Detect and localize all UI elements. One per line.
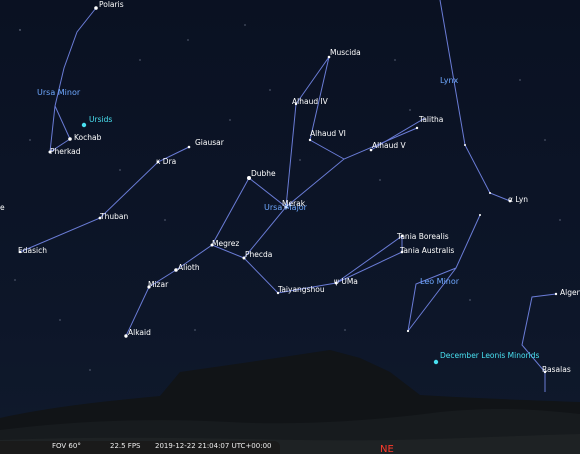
star-label: Mizar xyxy=(148,280,169,289)
star-label: Alioth xyxy=(178,263,200,272)
star-label: Taiyangshou xyxy=(277,285,325,294)
star-label: Megrez xyxy=(212,239,239,248)
star-label: Muscida xyxy=(330,48,361,57)
shower-label: December Leonis Minorids xyxy=(440,351,539,360)
star-label: Tania Australis xyxy=(399,246,454,255)
star-label: Thuban xyxy=(99,212,128,221)
star-kochab xyxy=(68,137,72,141)
star-label: Algenubi xyxy=(560,288,580,297)
star-algenubi xyxy=(554,292,558,296)
fov-readout: FOV 60° xyxy=(52,442,81,450)
datetime-readout: 2019-12-22 21:04:07 UTC+00:00 xyxy=(155,442,272,450)
star-label: Merak xyxy=(282,199,306,208)
star-label: α Lyn xyxy=(508,195,528,204)
fps-readout: 22.5 FPS xyxy=(110,442,141,450)
constellation-label: Ursa Minor xyxy=(37,88,81,97)
ursids-radiant-icon xyxy=(81,122,87,128)
sky-view[interactable]: Ursa Minor Ursa Major Lynx Leo Minor Pol… xyxy=(0,0,580,454)
star-polaris xyxy=(94,6,98,10)
star-label: Polaris xyxy=(99,0,124,9)
constellation-label: Lynx xyxy=(440,76,459,85)
star-label: Alhaud VI xyxy=(310,129,346,138)
star-lmi-2 xyxy=(479,214,481,216)
star-label: Talitha xyxy=(418,115,443,124)
star-talitha xyxy=(415,126,419,130)
star-giausar xyxy=(187,145,191,149)
star-lynx-1 xyxy=(464,144,466,146)
star-label: ψ UMa xyxy=(334,277,358,286)
star-alhaud-vi xyxy=(308,138,312,142)
star-label: Alkaid xyxy=(128,328,151,337)
star-lynx-2 xyxy=(489,192,491,194)
star-label: e xyxy=(0,203,5,212)
star-label: Giausar xyxy=(195,138,225,147)
december-leonis-minorids-radiant-icon xyxy=(433,359,439,365)
constellation-label: Leo Minor xyxy=(420,277,460,286)
star-label: Kochab xyxy=(74,133,102,142)
star-label: Dubhe xyxy=(251,169,276,178)
star-label: Alhaud IV xyxy=(292,97,329,106)
status-bar: FOV 60° 22.5 FPS 2019-12-22 21:04:07 UTC… xyxy=(0,441,580,454)
star-label: κ Dra xyxy=(156,157,176,166)
star-label: Tania Borealis xyxy=(396,232,449,241)
star-label: Pherkad xyxy=(50,147,81,156)
star-label: Alhaud V xyxy=(372,141,406,150)
star-label: Edasich xyxy=(18,246,47,255)
star-lmi-1 xyxy=(406,329,410,333)
star-label: Rasalas xyxy=(542,365,571,374)
star-label: Phecda xyxy=(245,250,272,259)
shower-label: Ursids xyxy=(89,115,112,124)
